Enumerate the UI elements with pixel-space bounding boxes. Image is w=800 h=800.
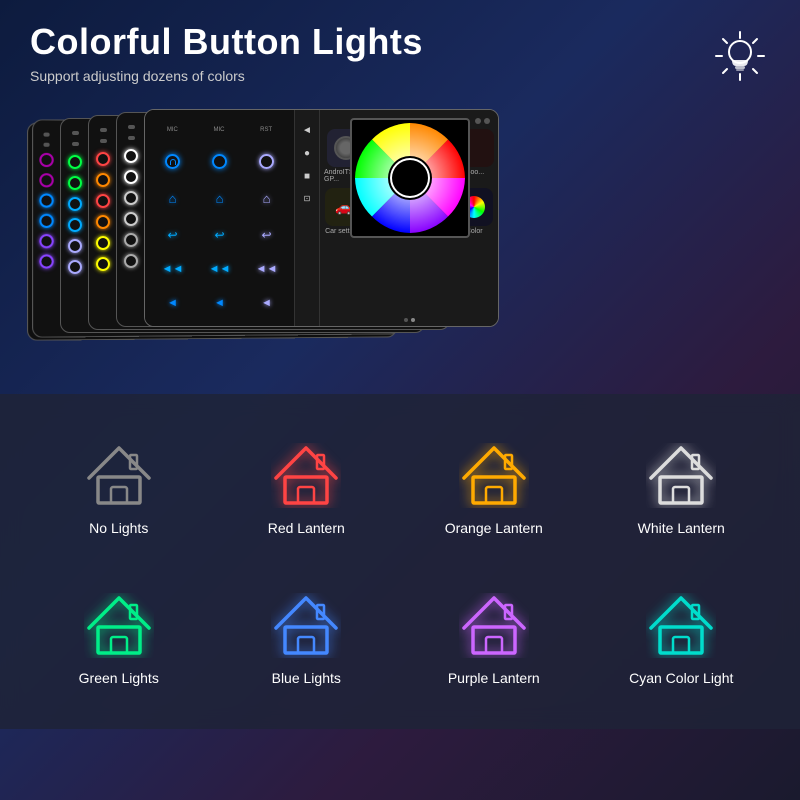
- house-icon-cyan-color-light: [646, 593, 716, 658]
- light-item-cyan-color-light[interactable]: Cyan Color Light: [593, 574, 771, 704]
- light-item-orange-lantern[interactable]: Orange Lantern: [405, 424, 583, 554]
- lights-grid: No Lights Red Lantern Orange Lantern Whi…: [30, 424, 770, 704]
- house-icon-white-lantern: [646, 443, 716, 508]
- light-label-white-lantern: White Lantern: [638, 520, 725, 536]
- light-item-green-lights[interactable]: Green Lights: [30, 574, 208, 704]
- light-label-orange-lantern: Orange Lantern: [445, 520, 543, 536]
- devices-container: MICMICRST ⌂ ⌂ ⌂: [20, 94, 780, 384]
- page-subtitle: Support adjusting dozens of colors: [30, 68, 423, 84]
- light-item-no-lights[interactable]: No Lights: [30, 424, 208, 554]
- page-title: Colorful Button Lights: [30, 22, 423, 62]
- house-icon-red-lantern: [271, 443, 341, 508]
- lights-section: No Lights Red Lantern Orange Lantern Whi…: [0, 394, 800, 729]
- light-label-cyan-color-light: Cyan Color Light: [629, 670, 733, 686]
- light-label-blue-lights: Blue Lights: [272, 670, 341, 686]
- bulb-icon: [710, 26, 770, 86]
- house-icon-purple-lantern: [459, 593, 529, 658]
- house-icon-green-lights: [84, 593, 154, 658]
- house-icon-blue-lights: [271, 593, 341, 658]
- light-item-white-lantern[interactable]: White Lantern: [593, 424, 771, 554]
- light-item-blue-lights[interactable]: Blue Lights: [218, 574, 396, 704]
- light-label-no-lights: No Lights: [89, 520, 148, 536]
- device-area: MICMICRST ⌂ ⌂ ⌂: [0, 94, 800, 384]
- house-icon-orange-lantern: [459, 443, 529, 508]
- house-icon-no-lights: [84, 443, 154, 508]
- light-label-purple-lantern: Purple Lantern: [448, 670, 540, 686]
- header: Colorful Button Lights Support adjusting…: [0, 0, 800, 94]
- light-item-purple-lantern[interactable]: Purple Lantern: [405, 574, 583, 704]
- header-left: Colorful Button Lights Support adjusting…: [30, 22, 423, 84]
- stacked-devices: MICMICRST ⌂ ⌂ ⌂: [30, 109, 440, 369]
- light-item-red-lantern[interactable]: Red Lantern: [218, 424, 396, 554]
- light-label-red-lantern: Red Lantern: [268, 520, 345, 536]
- light-label-green-lights: Green Lights: [79, 670, 159, 686]
